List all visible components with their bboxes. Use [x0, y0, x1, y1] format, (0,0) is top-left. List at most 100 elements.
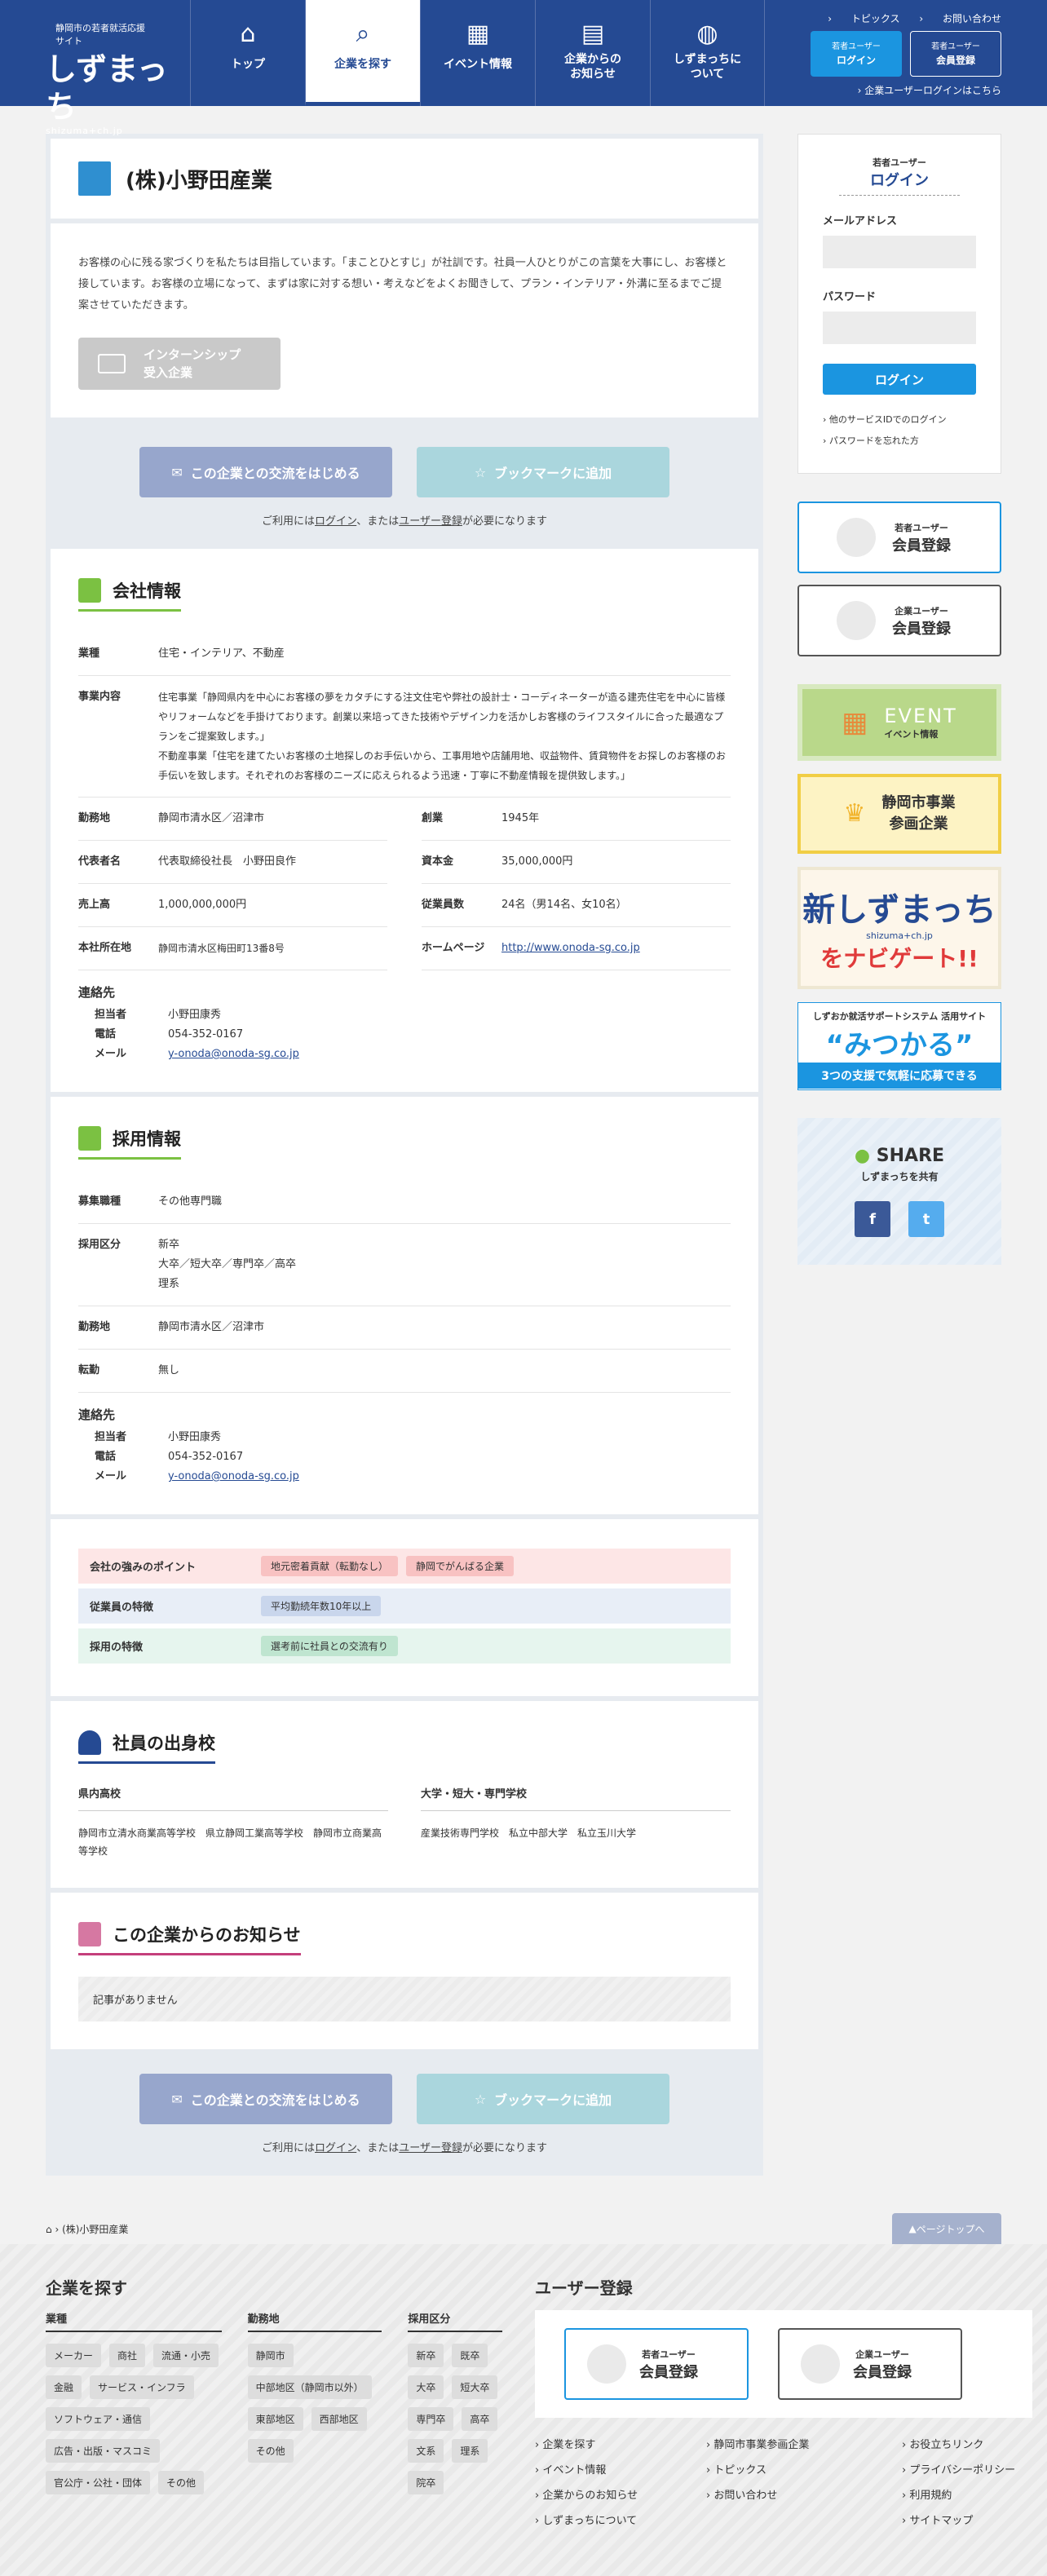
nav-about[interactable]: ◍ しずまっちに ついて	[650, 0, 765, 106]
contact-email-link[interactable]: y-onoda@onoda-sg.co.jp	[168, 1048, 299, 1060]
exchange-label: この企業との交流をはじめる	[190, 466, 360, 481]
note-text: が必要になります	[462, 2142, 548, 2154]
section-title: この企業からのお知らせ	[113, 1925, 301, 1945]
industry-chip[interactable]: ソフトウェア・通信	[46, 2407, 151, 2431]
page-top-button[interactable]: ▲ ページトップへ	[892, 2213, 1001, 2244]
info-value: 24名（男14名、女10名）	[501, 899, 627, 911]
start-exchange-button[interactable]: ✉ この企業との交流をはじめる	[139, 2074, 392, 2124]
footer-corp-register-card[interactable]: 企業ユーザー 会員登録	[778, 2328, 962, 2400]
contact-link[interactable]: › お問い合わせ	[919, 13, 1001, 24]
young-register-button[interactable]: 若者ユーザー 会員登録	[910, 31, 1001, 77]
footer-young-register-card[interactable]: 若者ユーザー 会員登録	[564, 2328, 749, 2400]
twitter-share-button[interactable]: t	[908, 1201, 944, 1237]
share-label: SHARE	[876, 1146, 945, 1166]
email-field[interactable]	[823, 236, 976, 268]
industry-chip[interactable]: 官公庁・公社・団体	[46, 2471, 151, 2494]
company-header: (株)小野田産業	[51, 139, 758, 223]
category-chip[interactable]: 院卒	[408, 2471, 444, 2494]
category-chip[interactable]: 短大卒	[452, 2375, 498, 2399]
building-icon	[78, 161, 111, 196]
bookmark-button[interactable]: ☆ ブックマークに追加	[417, 447, 669, 497]
contact-person: 小野田康秀	[168, 1431, 222, 1443]
twitter-icon: t	[922, 1210, 930, 1228]
participating-companies-banner[interactable]: ♛ 静岡市事業 参画企業	[797, 774, 1001, 854]
category-chip[interactable]: 理系	[452, 2439, 488, 2463]
other-service-login-link[interactable]: › 他のサービスIDでのログイン	[823, 409, 976, 431]
reg-sub: 若者ユーザー	[895, 523, 948, 533]
note-text: 、または	[356, 515, 400, 528]
footer-link[interactable]: › イベント情報	[535, 2461, 690, 2477]
location-chip[interactable]: 東部地区	[247, 2407, 303, 2431]
young-user-avatar-icon	[837, 518, 876, 557]
footer-link[interactable]: › トピックス	[706, 2461, 886, 2477]
homepage-link[interactable]: http://www.onoda-sg.co.jp	[501, 939, 731, 958]
nav-events[interactable]: ▦ イベント情報	[420, 0, 535, 106]
location-chip[interactable]: 中部地区（静岡市以外）	[247, 2375, 372, 2399]
info-key: 募集職種	[78, 1195, 121, 1208]
event-banner[interactable]: ▦ EVENT イベント情報	[797, 684, 1001, 761]
login-button[interactable]: ログイン	[823, 364, 976, 395]
industry-chip[interactable]: 商社	[109, 2344, 146, 2367]
global-nav: ⌂ トップ ⌕ 企業を探す ▦ イベント情報 ▤ 企業からの お知らせ ◍ しずまっちに …	[190, 0, 765, 106]
nav-top[interactable]: ⌂ トップ	[190, 0, 305, 106]
info-value: その他専門職	[158, 1195, 223, 1208]
industry-chip[interactable]: 金融	[46, 2375, 82, 2399]
industry-chip[interactable]: サービス・インフラ	[90, 2375, 194, 2399]
globe-icon: ◍	[696, 20, 718, 48]
chat-icon: ●	[854, 1146, 871, 1166]
footer-link-label: トピックス	[713, 2464, 766, 2477]
category-chip[interactable]: 専門卒	[408, 2407, 454, 2431]
nav-search-companies[interactable]: ⌕ 企業を探す	[305, 0, 420, 106]
badge-label: インターンシップ 受入企業	[144, 347, 241, 380]
corp-login-link[interactable]: › 企業ユーザーログインはこちら	[858, 83, 1001, 97]
footer-link[interactable]: › 利用規約	[902, 2486, 1032, 2502]
contact-email-link[interactable]: y-onoda@onoda-sg.co.jp	[168, 1470, 299, 1482]
site-logo[interactable]: 静岡市の若者就活応援サイト しずまっち shizuma+ch.jp	[46, 18, 168, 136]
nav-company-news[interactable]: ▤ 企業からの お知らせ	[535, 0, 650, 106]
footer-link[interactable]: › 静岡市事業参画企業	[706, 2436, 886, 2451]
industry-chip[interactable]: その他	[158, 2471, 205, 2494]
note-register-link[interactable]: ユーザー登録	[399, 515, 462, 528]
footer-link[interactable]: › お役立ちリンク	[902, 2436, 1032, 2451]
category-chip[interactable]: 既卒	[452, 2344, 488, 2367]
action-note: ご利用にはログイン、またはユーザー登録が必要になります	[51, 2139, 758, 2154]
footer-link[interactable]: › 企業からのお知らせ	[535, 2486, 690, 2502]
corp-register-card[interactable]: 企業ユーザー 会員登録	[797, 585, 1001, 656]
mitsukaru-banner[interactable]: しずおか就活サポートシステム 活用サイト “みつかる” 3つの支援で気軽に応募できる	[797, 1002, 1001, 1090]
category-chip[interactable]: 文系	[408, 2439, 444, 2463]
industry-chip[interactable]: 流通・小売	[153, 2344, 219, 2367]
note-login-link[interactable]: ログイン	[315, 2142, 356, 2154]
location-chip[interactable]: 西部地区	[311, 2407, 367, 2431]
site-footer: 企業を探す 業種 メーカー 商社 流通・小売 金融 サービス・インフラ ソフトウェア・通信広…	[0, 2244, 1047, 2576]
navigate-banner[interactable]: 新しずまっち shizuma+ch.jp をナビゲート!!	[797, 867, 1001, 989]
young-register-card[interactable]: 若者ユーザー 会員登録	[797, 502, 1001, 573]
home-icon[interactable]: ⌂	[46, 2224, 52, 2235]
note-register-link[interactable]: ユーザー登録	[399, 2142, 462, 2154]
location-chip[interactable]: 静岡市	[247, 2344, 294, 2367]
exchange-label: この企業との交流をはじめる	[190, 2092, 360, 2108]
bookmark-button[interactable]: ☆ ブックマークに追加	[417, 2074, 669, 2124]
company-info-heading: 会社情報	[78, 578, 181, 612]
footer-link[interactable]: › しずまっちについて	[535, 2512, 690, 2527]
footer-link-label: 企業を探す	[542, 2439, 596, 2451]
footer-link[interactable]: › プライバシーポリシー	[902, 2461, 1032, 2477]
facebook-share-button[interactable]: f	[855, 1201, 890, 1237]
password-field[interactable]	[823, 312, 976, 344]
start-exchange-button[interactable]: ✉ この企業との交流をはじめる	[139, 447, 392, 497]
young-login-button[interactable]: 若者ユーザー ログイン	[811, 31, 902, 77]
footer-link[interactable]: › お問い合わせ	[706, 2486, 886, 2502]
category-chip[interactable]: 大卒	[408, 2375, 444, 2399]
category-chip[interactable]: 高卒	[462, 2407, 498, 2431]
topics-link[interactable]: › トピックス	[828, 13, 899, 24]
navi-tagline: をナビゲート!!	[820, 944, 979, 972]
bookmark-icon: ☆	[474, 2091, 487, 2107]
forgot-password-link[interactable]: › パスワードを忘れた方	[823, 431, 976, 452]
industry-chip[interactable]: メーカー	[46, 2344, 102, 2367]
category-chip[interactable]: 新卒	[408, 2344, 444, 2367]
footer-link[interactable]: › 企業を探す	[535, 2436, 690, 2451]
footer-link-label: しずまっちについて	[542, 2515, 638, 2527]
industry-chip[interactable]: 広告・出版・マスコミ	[46, 2439, 161, 2463]
footer-link[interactable]: › サイトマップ	[902, 2512, 1032, 2527]
location-chip[interactable]: その他	[247, 2439, 294, 2463]
note-login-link[interactable]: ログイン	[315, 515, 356, 528]
